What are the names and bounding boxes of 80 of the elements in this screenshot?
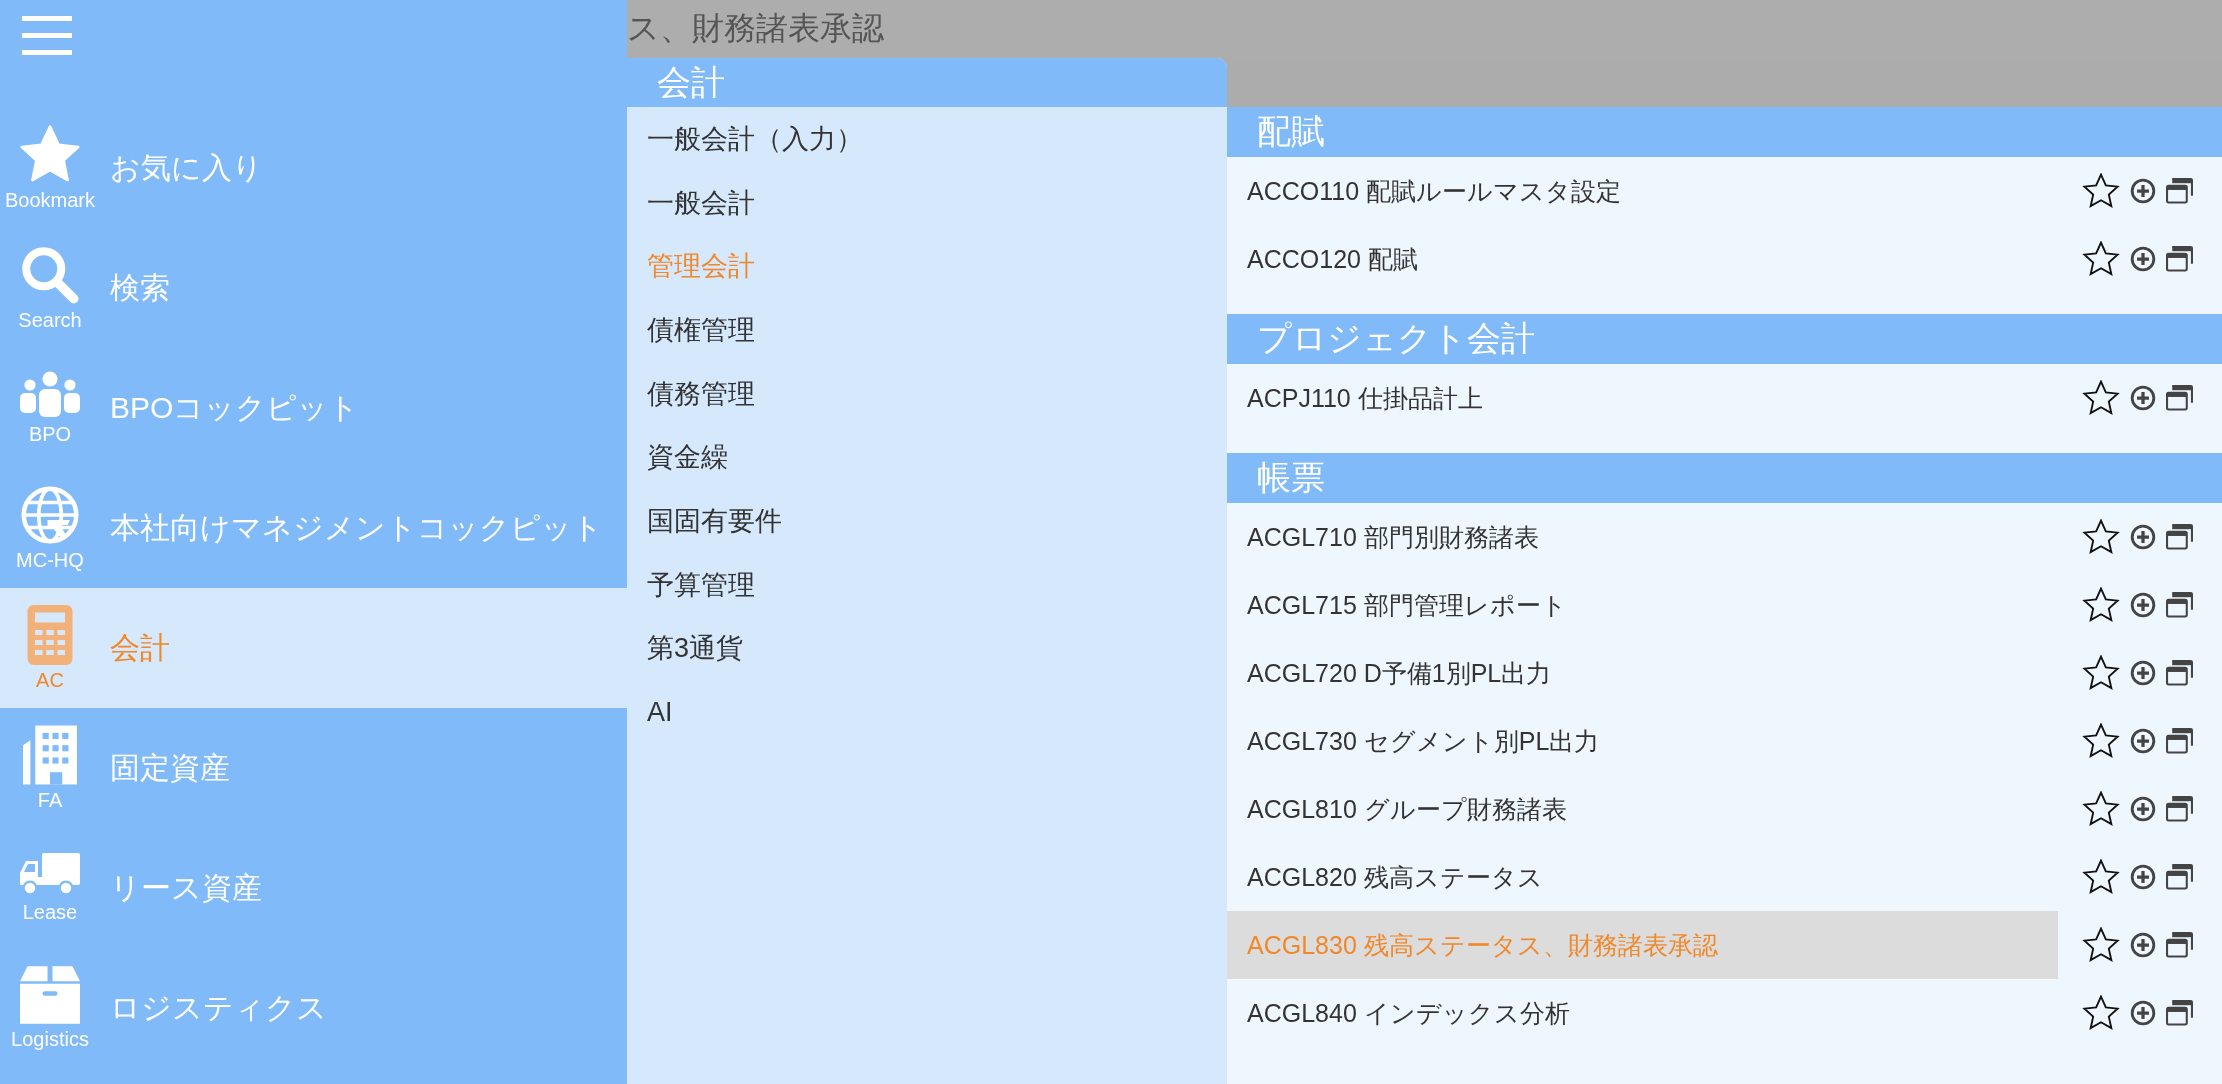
sidebar-caption: AC (36, 669, 64, 691)
add-circle-icon[interactable] (2130, 178, 2156, 204)
truck-icon (20, 853, 80, 897)
sidebar-label: ロジスティクス (110, 989, 327, 1026)
windows-icon[interactable] (2166, 796, 2193, 822)
submenu-item[interactable]: 第3通貨 (627, 616, 1227, 681)
favorite-star-icon[interactable] (2082, 587, 2120, 623)
favorite-star-icon[interactable] (2082, 859, 2120, 895)
sidebar-caption: FA (37, 789, 63, 811)
submenu-item[interactable]: 資金繰 (627, 425, 1227, 490)
add-circle-icon[interactable] (2130, 246, 2156, 272)
windows-icon[interactable] (2166, 246, 2193, 272)
menu-entry[interactable]: ACCO120 配賦 (1227, 225, 2058, 293)
add-circle-icon[interactable] (2130, 1000, 2156, 1026)
windows-icon[interactable] (2166, 864, 2193, 890)
section-title: 配賦 (1257, 111, 1325, 152)
windows-icon[interactable] (2166, 932, 2193, 958)
submenu-item[interactable]: 一般会計（入力） (627, 107, 1227, 171)
add-circle-icon[interactable] (2130, 796, 2156, 822)
menu-entry[interactable]: ACGL730 セグメント別PL出力 (1227, 707, 2058, 775)
favorite-star-icon[interactable] (2082, 655, 2120, 691)
page-title: ス、財務諸表承認 (627, 9, 884, 48)
people-icon (20, 371, 80, 419)
sidebar-label: リース資産 (110, 869, 262, 906)
windows-icon[interactable] (2166, 728, 2193, 754)
sidebar-label: 本社向けマネジメントコックピット (110, 509, 603, 546)
add-circle-icon[interactable] (2130, 728, 2156, 754)
sidebar-caption: BPO (28, 423, 72, 445)
add-circle-icon[interactable] (2130, 932, 2156, 958)
building-icon (23, 725, 77, 785)
favorite-star-icon[interactable] (2082, 791, 2120, 827)
submenu-item[interactable]: 国固有要件 (627, 489, 1227, 553)
favorite-star-icon[interactable] (2082, 380, 2120, 416)
submenu-item[interactable]: 一般会計 (627, 170, 1227, 235)
sidebar-label: BPOコックピット (110, 389, 360, 426)
sidebar-caption: Logistics (11, 1028, 89, 1050)
menu-entry[interactable]: ACGL715 部門管理レポート (1227, 571, 2058, 639)
box-icon (20, 966, 80, 1024)
favorite-star-icon[interactable] (2082, 519, 2120, 555)
submenu-item[interactable]: 債権管理 (627, 298, 1227, 362)
favorite-star-icon[interactable] (2082, 241, 2120, 277)
menu-entry[interactable]: ACGL720 D予備1別PL出力 (1227, 639, 2058, 707)
globe-plane-icon (20, 485, 80, 545)
favorite-star-icon[interactable] (2082, 995, 2120, 1031)
submenu-item[interactable]: 債務管理 (627, 361, 1227, 426)
windows-icon[interactable] (2166, 385, 2193, 411)
windows-icon[interactable] (2166, 524, 2193, 550)
sidebar-label: 検索 (110, 269, 170, 306)
sidebar-label: 会計 (110, 629, 170, 666)
sidebar-label: 固定資産 (110, 749, 230, 786)
calculator-icon (27, 605, 73, 665)
windows-icon[interactable] (2166, 592, 2193, 618)
section-title: プロジェクト会計 (1257, 318, 1535, 359)
menu-entry[interactable]: ACGL820 残高ステータス (1227, 843, 2058, 911)
search-icon (20, 245, 80, 305)
favorite-star-icon[interactable] (2082, 723, 2120, 759)
section-title: 帳票 (1257, 457, 1325, 498)
windows-icon[interactable] (2166, 178, 2193, 204)
favorite-star-icon[interactable] (2082, 173, 2120, 209)
add-circle-icon[interactable] (2130, 660, 2156, 686)
menu-entry[interactable]: ACGL710 部門別財務諸表 (1227, 503, 2058, 571)
submenu-title: 会計 (657, 61, 725, 103)
menu-entry[interactable]: ACCO110 配賦ルールマスタ設定 (1227, 157, 2058, 225)
submenu-item[interactable]: 予算管理 (627, 552, 1227, 617)
windows-icon[interactable] (2166, 660, 2193, 686)
sidebar-caption: Search (18, 309, 82, 331)
add-circle-icon[interactable] (2130, 385, 2156, 411)
add-circle-icon[interactable] (2130, 592, 2156, 618)
menu-entry[interactable]: ACGL840 インデックス分析 (1227, 979, 2058, 1047)
sidebar-label: お気に入り (110, 149, 263, 186)
menu-entry[interactable]: ACGL810 グループ財務諸表 (1227, 775, 2058, 843)
sidebar-caption: Lease (22, 901, 78, 923)
add-circle-icon[interactable] (2130, 524, 2156, 550)
favorite-star-icon[interactable] (2082, 927, 2120, 963)
sidebar-caption: MC-HQ (16, 549, 84, 571)
add-circle-icon[interactable] (2130, 864, 2156, 890)
menu-entry[interactable]: ACPJ110 仕掛品計上 (1227, 364, 2058, 432)
submenu-item[interactable]: AI (627, 680, 1227, 744)
windows-icon[interactable] (2166, 1000, 2193, 1026)
sidebar-caption: Bookmark (5, 189, 95, 211)
